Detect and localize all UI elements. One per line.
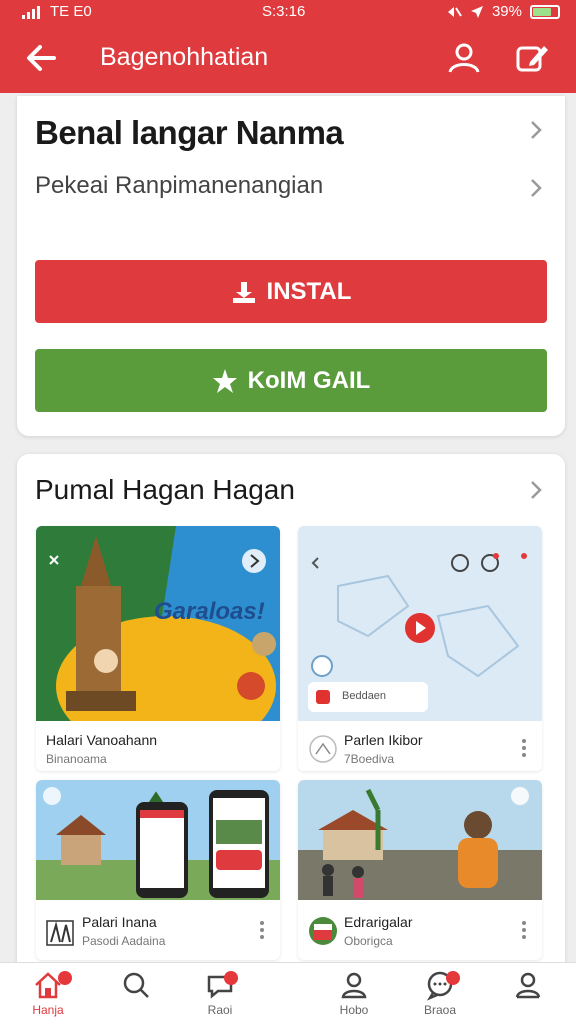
tile-subtitle: Pasodi Aadaina	[82, 934, 166, 948]
tile-title: Edrarigalar	[344, 914, 413, 930]
kebab-menu-icon[interactable]	[520, 738, 528, 758]
battery-icon	[530, 4, 560, 19]
tile-title: Parlen Ikibor	[344, 732, 423, 748]
tile-artwork	[298, 780, 542, 900]
app-name: Benal langar Nanma	[35, 114, 344, 151]
install-label: INSTAL	[266, 277, 352, 305]
tile-title: Halari Vanoahann	[46, 732, 158, 748]
location-arrow-icon	[470, 5, 483, 18]
install-button[interactable]: INSTAL	[35, 260, 547, 323]
notification-badge	[58, 971, 72, 985]
app-info-card: Benal langar Nanma Pekeai Ranpimanenangi…	[17, 96, 565, 436]
chevron-right-icon	[531, 121, 542, 139]
app-name-row[interactable]: Benal langar Nanma	[35, 114, 547, 154]
section-title: Pumal Hagan Hagan	[35, 474, 295, 505]
nav-item-messages[interactable]: Braoa	[410, 969, 470, 1023]
secondary-action-label: KoIM GAIL	[247, 366, 371, 394]
notification-badge	[446, 971, 460, 985]
section-header[interactable]: Pumal Hagan Hagan	[35, 474, 547, 512]
app-tile[interactable]: Edrarigalar Oborigca	[298, 780, 542, 960]
status-left: TE E0	[22, 3, 92, 20]
chevron-right-icon	[531, 179, 542, 197]
download-icon	[232, 281, 255, 303]
tile-subtitle: Binanoama	[46, 752, 107, 766]
bottom-nav: Hanja Raoi Hobo Braoa	[0, 962, 576, 1024]
kebab-menu-icon[interactable]	[520, 920, 528, 940]
app-tile[interactable]: Garaloas! Halari Vanoahann Binanoama	[36, 526, 280, 771]
nav-label: Raoi	[207, 1003, 233, 1017]
chevron-right-icon	[531, 481, 542, 499]
nav-item-profile[interactable]	[498, 969, 558, 1023]
star-icon	[212, 368, 237, 393]
nav-label: Hanja	[32, 1003, 64, 1017]
app-tile[interactable]: Palari Inana Pasodi Aadaina	[36, 780, 280, 960]
search-icon	[123, 972, 149, 998]
notification-badge	[224, 971, 238, 985]
tile-app-icon	[46, 920, 74, 946]
app-title: Bagenohhatian	[100, 43, 269, 71]
mute-icon	[447, 6, 462, 17]
back-arrow-icon[interactable]	[20, 36, 64, 80]
tile-art-text: Garaloas!	[154, 598, 265, 625]
nav-label: Hobo	[339, 1003, 369, 1017]
nav-label: Braoa	[423, 1003, 457, 1017]
status-time: S:3:16	[262, 3, 306, 20]
edit-icon[interactable]	[512, 38, 552, 78]
tile-subtitle: Oborigca	[344, 934, 393, 948]
status-right: 39%	[446, 3, 560, 20]
app-subtitle: Pekeai Ranpimanenangian	[35, 172, 324, 199]
tile-artwork	[36, 780, 280, 900]
top-bar: TE E0 S:3:16 39% Bagenohhatian	[0, 0, 576, 93]
tile-app-icon	[309, 735, 337, 763]
profile-icon	[515, 972, 541, 999]
section-card: Pumal Hagan Hagan Garaloas! Halari Vanoa…	[17, 454, 565, 974]
person-icon	[341, 972, 367, 999]
app-tile[interactable]: Beddaen Parlen Ikibor 7Boediva	[298, 526, 542, 771]
battery-percent: 39%	[491, 3, 522, 20]
secondary-action-button[interactable]: KoIM GAIL	[35, 349, 547, 412]
nav-item-search[interactable]	[106, 969, 166, 1023]
nav-item-person[interactable]: Hobo	[324, 969, 384, 1023]
tile-title: Palari Inana	[82, 914, 157, 930]
tile-subtitle: 7Boediva	[344, 752, 395, 766]
nav-item-home[interactable]: Hanja	[18, 969, 78, 1023]
status-bar: TE E0 S:3:16 39%	[0, 0, 576, 24]
app-subtitle-row[interactable]: Pekeai Ranpimanenangian	[35, 172, 547, 204]
tile-art-text: Beddaen	[342, 690, 387, 702]
carrier-text: TE E0	[50, 3, 92, 20]
tile-artwork	[298, 526, 542, 721]
kebab-menu-icon[interactable]	[258, 920, 266, 940]
app-bar: Bagenohhatian	[0, 24, 576, 93]
account-icon[interactable]	[444, 38, 484, 78]
tile-app-icon	[309, 917, 337, 945]
signal-icon	[22, 5, 40, 19]
nav-item-chat[interactable]: Raoi	[190, 969, 250, 1023]
